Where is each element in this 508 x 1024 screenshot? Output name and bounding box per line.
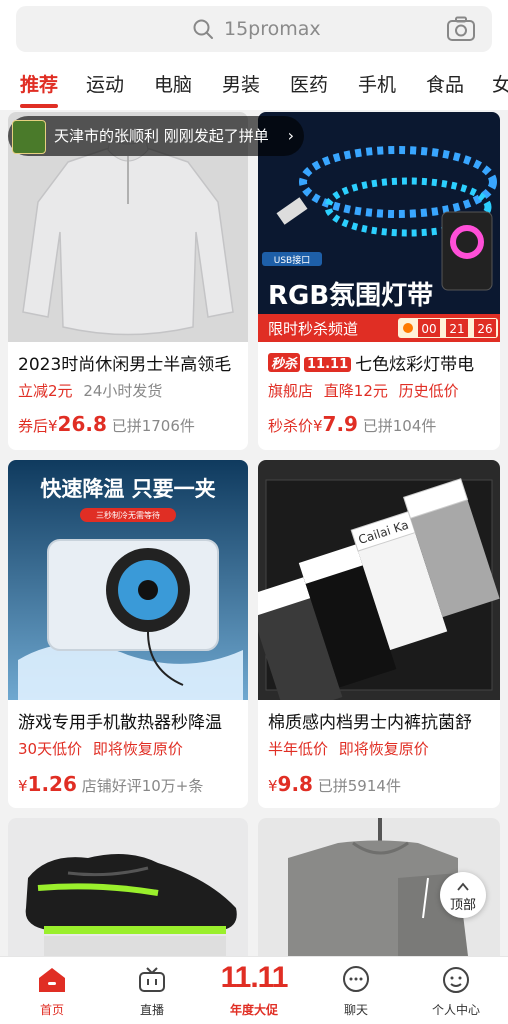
sold-count: 已拼5914件 [317,777,401,795]
notification-text: 天津市的张顺利 刚刚发起了拼单 [54,127,269,145]
product-tags: 旗舰店 直降12元 历史低价 [268,380,459,401]
search-placeholder: 15promax [224,18,321,40]
notification-product-thumbnail [12,120,46,154]
tag-restore-price: 即将恢复原价 [92,740,183,758]
nav-home-label: 首页 [39,1003,64,1017]
chevron-up-icon [457,882,469,891]
product-title: 秒杀 11.11 七色炫彩灯带电 [268,350,488,375]
price-prefix: 券后¥ [18,417,58,435]
profile-icon [443,967,469,993]
timer-hours: 00 [421,322,436,336]
product-image-phone-cooler: 快速降温 只要一夹 三秒制冷无需等待 [8,460,248,700]
price-prefix: 秒杀价¥ [268,417,323,435]
price-value: 9.8 [277,772,313,796]
image-usb-label: USB接口 [274,254,310,266]
nav-chat[interactable]: 聊天 [306,957,406,1024]
tag-discount: 直降12元 [323,382,388,400]
tab-sports[interactable]: 运动 [86,70,124,97]
tag-lowest: 半年低价 [268,740,329,758]
product-tags: 立减2元 24小时发货 [18,380,162,401]
price-prefix: ¥ [268,777,278,795]
promo-1111-logo: 11.11 [220,961,289,994]
product-card[interactable]: 2023时尚休闲男士半高领毛 立减2元 24小时发货 券后¥26.8 已拼170… [8,112,248,450]
nav-live[interactable]: 直播 [102,957,202,1024]
group-buy-notification[interactable]: 天津市的张顺利 刚刚发起了拼单 › [8,116,304,156]
chevron-right-icon: › [287,126,294,145]
image-channel-label: 限时秒杀频道 [268,320,358,338]
product-title: 棉质感内档男士内裤抗菌舒 [268,713,472,733]
product-card[interactable]: 快速降温 只要一夹 三秒制冷无需等待 游戏专用手机散热器秒降温 30天低价 即将… [8,460,248,808]
tab-medicine[interactable]: 医药 [290,70,328,97]
flash-sale-badge: 秒杀 [268,353,301,372]
price-value: 26.8 [57,412,107,436]
sold-count: 已拼1706件 [111,417,195,435]
tab-menswear[interactable]: 男装 [222,70,260,97]
search-icon [193,19,213,39]
tab-computer[interactable]: 电脑 [154,70,192,97]
timer-minutes: 21 [449,322,464,336]
product-price: ¥9.8 已拼5914件 [268,772,401,796]
nav-promo[interactable]: 11.11 年度大促 [204,959,304,1024]
product-tags: 半年低价 即将恢复原价 [268,738,429,759]
chat-icon [343,966,369,992]
category-tabs: 推荐 运动 电脑 男装 医药 手机 食品 女 [0,64,508,110]
back-to-top-label: 顶部 [449,898,476,913]
double-eleven-badge: 11.11 [304,357,352,372]
nav-home[interactable]: 首页 [2,957,102,1024]
product-card[interactable]: Cailai Ka 棉质感内档男士内裤抗菌舒 半年低价 即将恢复原价 ¥9.8 … [258,460,500,808]
tag-flagship: 旗舰店 [268,382,314,400]
product-image-soccer-cleats [8,818,248,956]
price-value: 7.9 [322,412,358,436]
tag-lowest: 30天低价 [18,740,83,758]
image-headline: 快速降温 只要一夹 [40,477,215,501]
review-count: 店铺好评10万+条 [81,777,204,795]
price-prefix: ¥ [18,777,28,795]
price-value: 1.26 [27,772,77,796]
product-price: 券后¥26.8 已拼1706件 [18,412,195,436]
product-title: 2023时尚休闲男士半高领毛 [18,355,232,375]
tag-restore-price: 即将恢复原价 [338,740,429,758]
image-subline: 三秒制冷无需等待 [96,510,160,520]
nav-live-label: 直播 [139,1003,164,1017]
nav-profile[interactable]: 个人中心 [406,957,506,1024]
nav-promo-label: 年度大促 [229,1003,278,1017]
tab-recommend[interactable]: 推荐 [20,70,58,97]
search-bar[interactable]: 15promax [16,6,492,52]
timer-seconds: 26 [477,322,492,336]
nav-chat-label: 聊天 [343,1003,368,1017]
sold-count: 已拼104件 [362,417,437,435]
header: 15promax 推荐 运动 电脑 男装 医药 手机 食品 女 [0,0,508,110]
camera-icon[interactable] [446,16,476,42]
tab-food[interactable]: 食品 [426,70,464,97]
bottom-nav: 首页 直播 11.11 年度大促 聊天 个人中心 [0,956,508,1024]
active-tab-indicator [20,104,58,108]
product-card[interactable]: USB接口 RGB氛围灯带 限时秒杀频道 00 21 26 秒杀 11.11 七色炫… [258,112,500,450]
image-headline: RGB氛围灯带 [268,281,433,311]
tag-shipping: 24小时发货 [83,382,163,400]
product-title: 游戏专用手机散热器秒降温 [18,713,222,733]
product-price: 秒杀价¥7.9 已拼104件 [268,412,436,436]
tag-lowest: 历史低价 [398,382,459,400]
product-tags: 30天低价 即将恢复原价 [18,738,183,759]
product-card[interactable] [8,818,248,956]
product-image-underwear: Cailai Ka [258,460,500,700]
tab-phones[interactable]: 手机 [358,70,396,97]
tv-icon [139,967,165,992]
nav-profile-label: 个人中心 [431,1003,480,1017]
back-to-top-button[interactable]: 顶部 [440,872,486,918]
home-icon [39,968,65,992]
tag-discount: 立减2元 [18,382,73,400]
product-title-text: 七色炫彩灯带电 [355,355,475,375]
tab-women[interactable]: 女 [492,70,508,97]
product-price: ¥1.26 店铺好评10万+条 [18,772,203,796]
